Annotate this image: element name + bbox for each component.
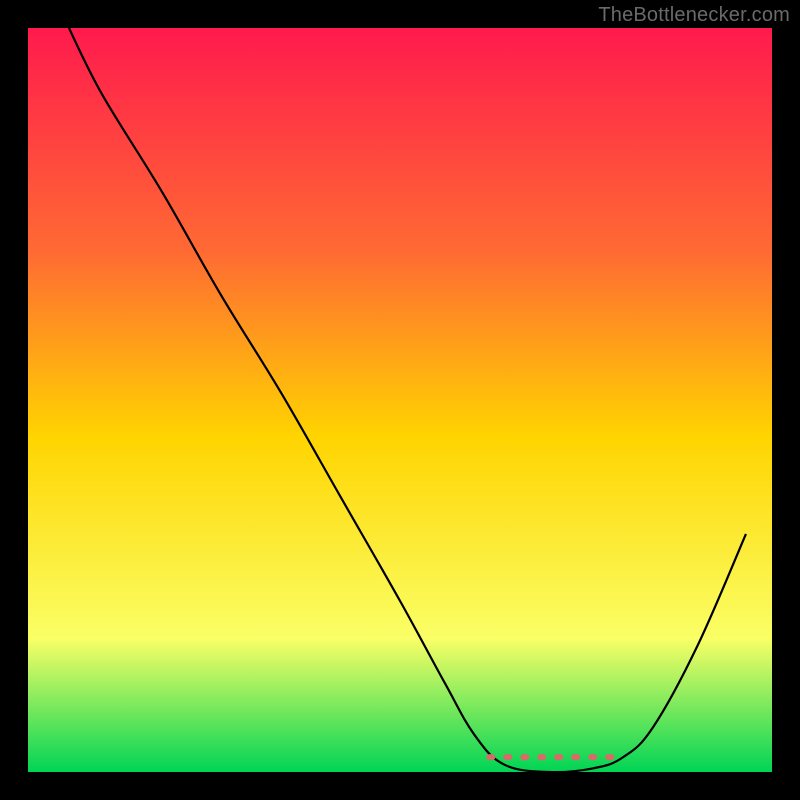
bottleneck-chart <box>0 0 800 800</box>
watermark-label: TheBottlenecker.com <box>598 4 790 27</box>
plot-background <box>28 28 772 772</box>
chart-container: TheBottlenecker.com <box>0 0 800 800</box>
